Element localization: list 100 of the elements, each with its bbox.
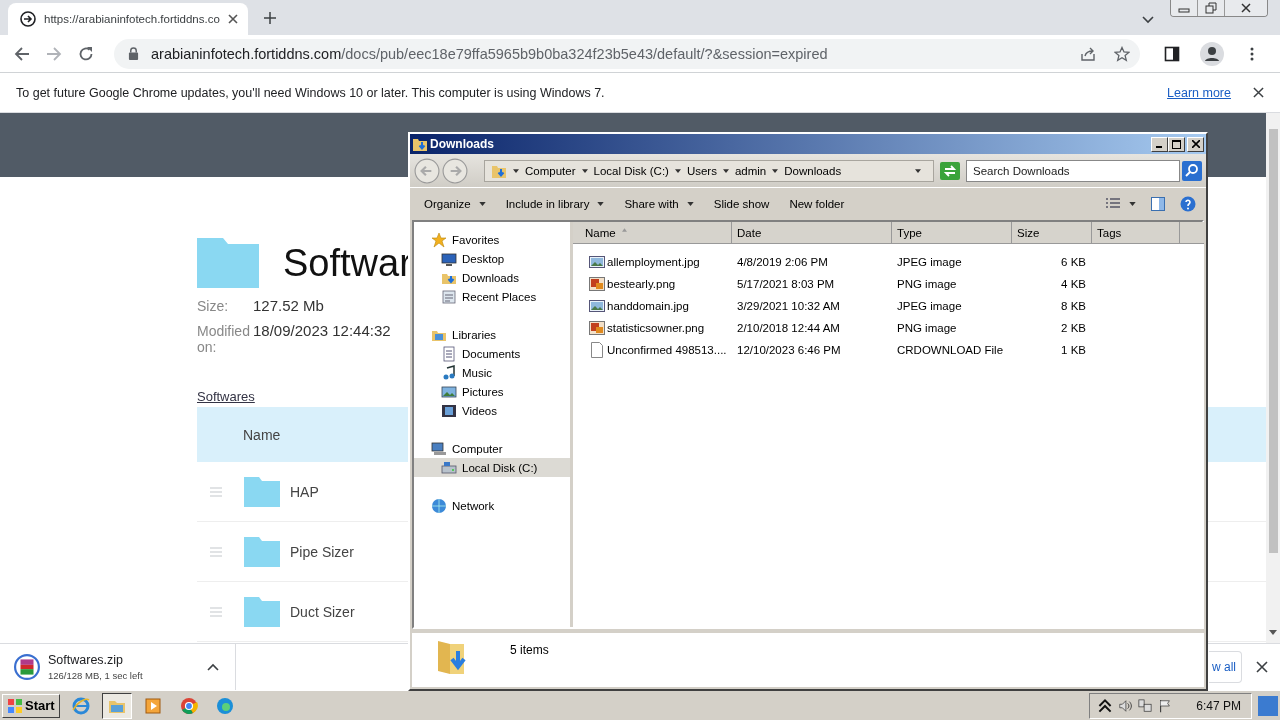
network-icon[interactable] (1138, 698, 1153, 713)
path-segment[interactable]: Downloads (784, 164, 842, 177)
nav-item[interactable]: Music (414, 363, 570, 382)
sort-icon (621, 227, 627, 232)
address-bar[interactable]: arabianinfotech.fortiddns.com/docs/pub/eec18e79ffa5965b9b0ba324f23b5e43/default/?&session=expired (114, 38, 1140, 69)
drag-handle-icon[interactable] (210, 486, 222, 497)
file-row[interactable]: handdomain.jpg 3/29/2021 10:32 AM JPEG image 8 KB (573, 295, 1204, 317)
toolbar-button[interactable]: Organize (414, 192, 496, 216)
size-value: 127.52 Mb (253, 298, 324, 314)
breadcrumb-link[interactable]: Softwares (197, 389, 255, 404)
file-row[interactable]: Unconfirmed 498513.... 12/10/2023 6:46 PM CRDOWNLOAD File 1 KB (573, 339, 1204, 361)
nav-item[interactable]: Favorites (414, 230, 570, 249)
arrow-circle-icon (20, 11, 36, 27)
learn-more-link[interactable]: Learn more (1167, 85, 1231, 100)
caret-icon (915, 168, 921, 173)
column-header[interactable]: Size (1012, 222, 1092, 244)
close-icon[interactable] (1256, 661, 1268, 673)
caret-icon (513, 168, 519, 173)
close-button[interactable] (1224, 0, 1267, 16)
file-size: 2 KB (1061, 322, 1086, 334)
star-icon (431, 231, 447, 248)
scroll-down-icon[interactable] (1269, 630, 1277, 635)
taskbar-button[interactable] (101, 692, 132, 719)
file-row[interactable]: allemployment.jpg 4/8/2019 2:06 PM JPEG image 6 KB (573, 251, 1204, 273)
show-all-button[interactable]: w all (1209, 651, 1242, 683)
drag-handle-icon[interactable] (210, 546, 222, 557)
update-message: To get future Google Chrome updates, you'll need Windows 10 or later. This computer is using Windows 7. (16, 85, 606, 100)
image-file-icon (589, 298, 605, 314)
show-desktop-button[interactable] (1258, 695, 1278, 716)
nav-item[interactable]: Libraries (414, 325, 570, 344)
nav-item[interactable]: Desktop (414, 249, 570, 268)
size-label: Size: (197, 298, 230, 314)
file-date: 3/29/2021 10:32 AM (737, 300, 840, 312)
column-header[interactable]: Tags (1092, 222, 1180, 244)
search-field[interactable]: Search Downloads (966, 159, 1180, 182)
scrollbar[interactable] (1266, 113, 1280, 643)
chevron-down-icon[interactable] (1142, 16, 1154, 24)
folder-icon (412, 136, 428, 152)
nav-item[interactable]: Computer (414, 439, 570, 458)
address-field[interactable]: Computer Local Disk (C:) Users admin Downloads (484, 159, 934, 182)
edge-icon (214, 695, 235, 716)
folder-name[interactable]: Pipe Sizer (290, 543, 354, 560)
browser-icon (70, 695, 91, 716)
help-icon[interactable] (1180, 196, 1196, 212)
column-header[interactable]: Type (892, 222, 1012, 244)
profile-icon[interactable] (1200, 41, 1224, 66)
toolbar-button[interactable]: Include in library (495, 192, 615, 216)
nav-item[interactable]: Recent Places (414, 287, 570, 306)
path-segment[interactable]: Users (686, 164, 717, 177)
file-row[interactable]: statisticsowner.png 2/10/2018 12:44 AM PNG image 2 KB (573, 317, 1204, 339)
chevron-up-icon[interactable] (1098, 698, 1113, 713)
search-icon[interactable] (1182, 160, 1202, 181)
minimize-button[interactable] (1151, 136, 1168, 152)
toolbar-button[interactable]: Share with (614, 192, 704, 216)
maximize-button[interactable] (1168, 136, 1185, 152)
toolbar-button[interactable]: Slide show (703, 192, 780, 216)
close-icon[interactable] (228, 14, 238, 24)
flag-icon[interactable] (1158, 698, 1173, 713)
file-date: 5/17/2021 8:03 PM (737, 278, 835, 290)
nav-item[interactable]: Local Disk (C:) (414, 458, 570, 477)
browser-tab[interactable]: https://arabianinfotech.fortiddns.co (8, 3, 248, 35)
refresh-icon[interactable] (940, 161, 960, 180)
file-icon (589, 342, 605, 358)
file-name: bestearly.png (607, 278, 676, 290)
side-panel-icon[interactable] (1164, 45, 1180, 62)
back-icon[interactable] (14, 45, 30, 62)
restore-button[interactable] (1197, 0, 1224, 16)
speaker-icon[interactable] (1118, 698, 1133, 713)
file-name: Unconfirmed 498513.... (607, 344, 727, 356)
caret-icon (581, 168, 588, 173)
nav-item[interactable]: Documents (414, 344, 570, 363)
folder-name[interactable]: HAP (290, 483, 319, 500)
path-segment[interactable]: Computer (525, 164, 576, 177)
nav-item[interactable]: Pictures (414, 382, 570, 401)
file-name: statisticsowner.png (607, 322, 705, 334)
caret-icon (597, 202, 605, 206)
plus-icon[interactable] (264, 12, 276, 24)
share-icon[interactable] (1080, 45, 1096, 62)
nav-item[interactable]: Videos (414, 401, 570, 420)
path-segment[interactable]: Local Disk (C:) (593, 164, 669, 177)
path-segment[interactable]: admin (734, 164, 767, 177)
close-icon[interactable] (1253, 87, 1264, 98)
file-name: allemployment.jpg (607, 256, 700, 268)
clock[interactable]: 6:47 PM (1196, 698, 1241, 713)
reload-icon[interactable] (78, 45, 94, 62)
column-header[interactable]: Date (732, 222, 892, 244)
nav-item[interactable]: Network (414, 496, 570, 515)
column-header[interactable]: Name (573, 222, 732, 244)
toolbar-button[interactable]: New folder (779, 192, 855, 216)
computer-icon (431, 440, 447, 457)
start-button[interactable]: Start (2, 693, 60, 718)
star-icon[interactable] (1114, 45, 1130, 62)
preview-pane-icon[interactable] (1150, 196, 1166, 212)
nav-item[interactable]: Downloads (414, 268, 570, 287)
drag-handle-icon[interactable] (210, 606, 222, 617)
chevron-up-icon[interactable] (207, 663, 219, 671)
folder-icon (244, 476, 280, 507)
caret-icon (1129, 202, 1136, 206)
folder-name[interactable]: Duct Sizer (290, 603, 355, 620)
file-row[interactable]: bestearly.png 5/17/2021 8:03 PM PNG image 4 KB (573, 273, 1204, 295)
